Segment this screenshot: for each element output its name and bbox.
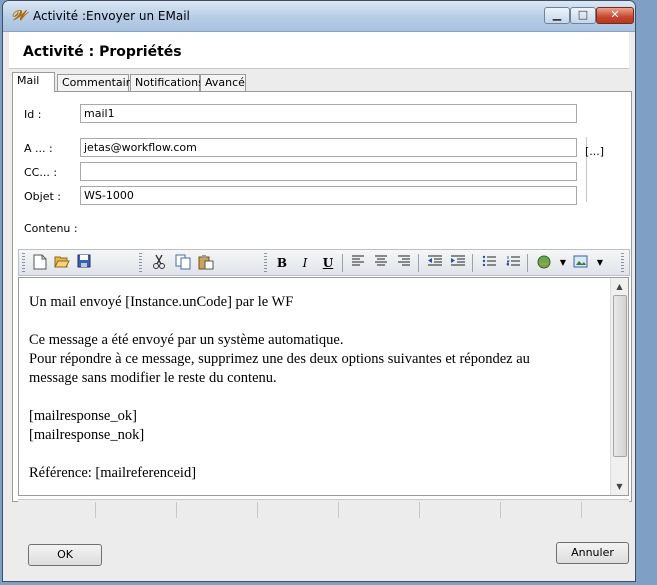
- id-field[interactable]: mail1: [80, 104, 577, 123]
- toolbar-separator: [527, 254, 528, 272]
- cancel-button[interactable]: Annuler: [556, 542, 629, 564]
- editor-statusbar: [18, 499, 629, 520]
- cut-icon[interactable]: [150, 254, 168, 272]
- underline-button[interactable]: U: [319, 254, 337, 272]
- tab-mail[interactable]: Mail: [12, 72, 55, 92]
- toolbar-grip[interactable]: [139, 253, 142, 273]
- outdent-icon[interactable]: [426, 254, 444, 272]
- editor-line: [mailresponse_ok]: [29, 408, 137, 424]
- editor-line: Référence: [mailreferenceid]: [29, 465, 197, 481]
- content-label: Contenu :: [24, 222, 78, 235]
- scroll-down-icon[interactable]: ▼: [611, 478, 628, 495]
- editor-scrollbar[interactable]: ▲ ▼: [610, 278, 628, 495]
- toolbar-separator: [342, 254, 343, 272]
- save-icon[interactable]: [75, 254, 93, 272]
- insert-image-icon[interactable]: [572, 254, 590, 272]
- header-band: Activité : Propriétés: [9, 32, 629, 69]
- toolbar-grip[interactable]: [621, 253, 624, 273]
- align-left-icon[interactable]: [349, 254, 367, 272]
- status-cell: [96, 502, 177, 518]
- indent-icon[interactable]: [449, 254, 467, 272]
- toolbar-separator: [472, 254, 473, 272]
- status-cell: [258, 502, 339, 518]
- link-icon[interactable]: [535, 254, 553, 272]
- status-cell: [501, 502, 582, 518]
- cc-label: CC... :: [24, 166, 58, 179]
- to-field[interactable]: jetas@workflow.com: [80, 138, 577, 157]
- editor-text[interactable]: Un mail envoyé [Instance.unCode] par le …: [29, 293, 604, 483]
- image-dropdown-icon[interactable]: ▼: [591, 254, 609, 272]
- copy-icon[interactable]: [174, 254, 192, 272]
- editor-line: Pour répondre à ce message, supprimez un…: [29, 351, 530, 367]
- italic-button[interactable]: I: [296, 254, 314, 272]
- window-title: Activité :Envoyer un EMail: [33, 9, 190, 23]
- numbered-list-icon[interactable]: [504, 254, 522, 272]
- subject-label: Objet :: [24, 190, 61, 203]
- id-label: Id :: [24, 108, 42, 121]
- to-label: A ... :: [24, 142, 53, 155]
- paste-icon[interactable]: [197, 254, 215, 272]
- toolbar-grip[interactable]: [22, 253, 25, 273]
- open-folder-icon[interactable]: [53, 254, 71, 272]
- link-dropdown-icon[interactable]: ▼: [554, 254, 572, 272]
- align-center-icon[interactable]: [372, 254, 390, 272]
- tab-notifications[interactable]: Notifications: [130, 74, 204, 91]
- title-bar[interactable]: 𝒲 Activité :Envoyer un EMail ▁ □ ✕: [3, 1, 635, 32]
- minimize-button[interactable]: ▁: [544, 7, 570, 24]
- tab-advanced[interactable]: Avancé: [200, 74, 246, 91]
- browse-recipients-button[interactable]: [...]: [585, 145, 604, 158]
- align-right-icon[interactable]: [395, 254, 413, 272]
- new-document-icon[interactable]: [31, 254, 49, 272]
- status-cell: [18, 502, 96, 518]
- toolbar-grip[interactable]: [264, 253, 267, 273]
- status-cell: [339, 502, 420, 518]
- editor-line: [mailresponse_nok]: [29, 427, 145, 443]
- scroll-thumb[interactable]: [613, 295, 627, 457]
- subject-field[interactable]: WS-1000: [80, 186, 577, 205]
- editor-line: message sans modifier le reste du conten…: [29, 370, 277, 386]
- bullet-list-icon[interactable]: [480, 254, 498, 272]
- tab-comment[interactable]: Commentaire: [57, 74, 137, 91]
- content-editor[interactable]: Un mail envoyé [Instance.unCode] par le …: [18, 277, 629, 496]
- status-cell: [177, 502, 258, 518]
- app-icon: 𝒲: [11, 8, 26, 24]
- page-title: Activité : Propriétés: [23, 44, 182, 60]
- close-button[interactable]: ✕: [596, 7, 634, 24]
- editor-line: Un mail envoyé [Instance.unCode] par le …: [29, 294, 294, 310]
- editor-toolbar: B I U ▼ ▼: [18, 249, 630, 276]
- editor-line: Ce message a été envoyé par un système a…: [29, 332, 344, 348]
- toolbar-separator: [418, 254, 419, 272]
- status-cell: [420, 502, 501, 518]
- scroll-up-icon[interactable]: ▲: [611, 278, 628, 295]
- bold-button[interactable]: B: [273, 254, 291, 272]
- cc-field[interactable]: [80, 162, 577, 181]
- ok-button[interactable]: OK: [28, 544, 102, 566]
- maximize-button[interactable]: □: [570, 7, 596, 24]
